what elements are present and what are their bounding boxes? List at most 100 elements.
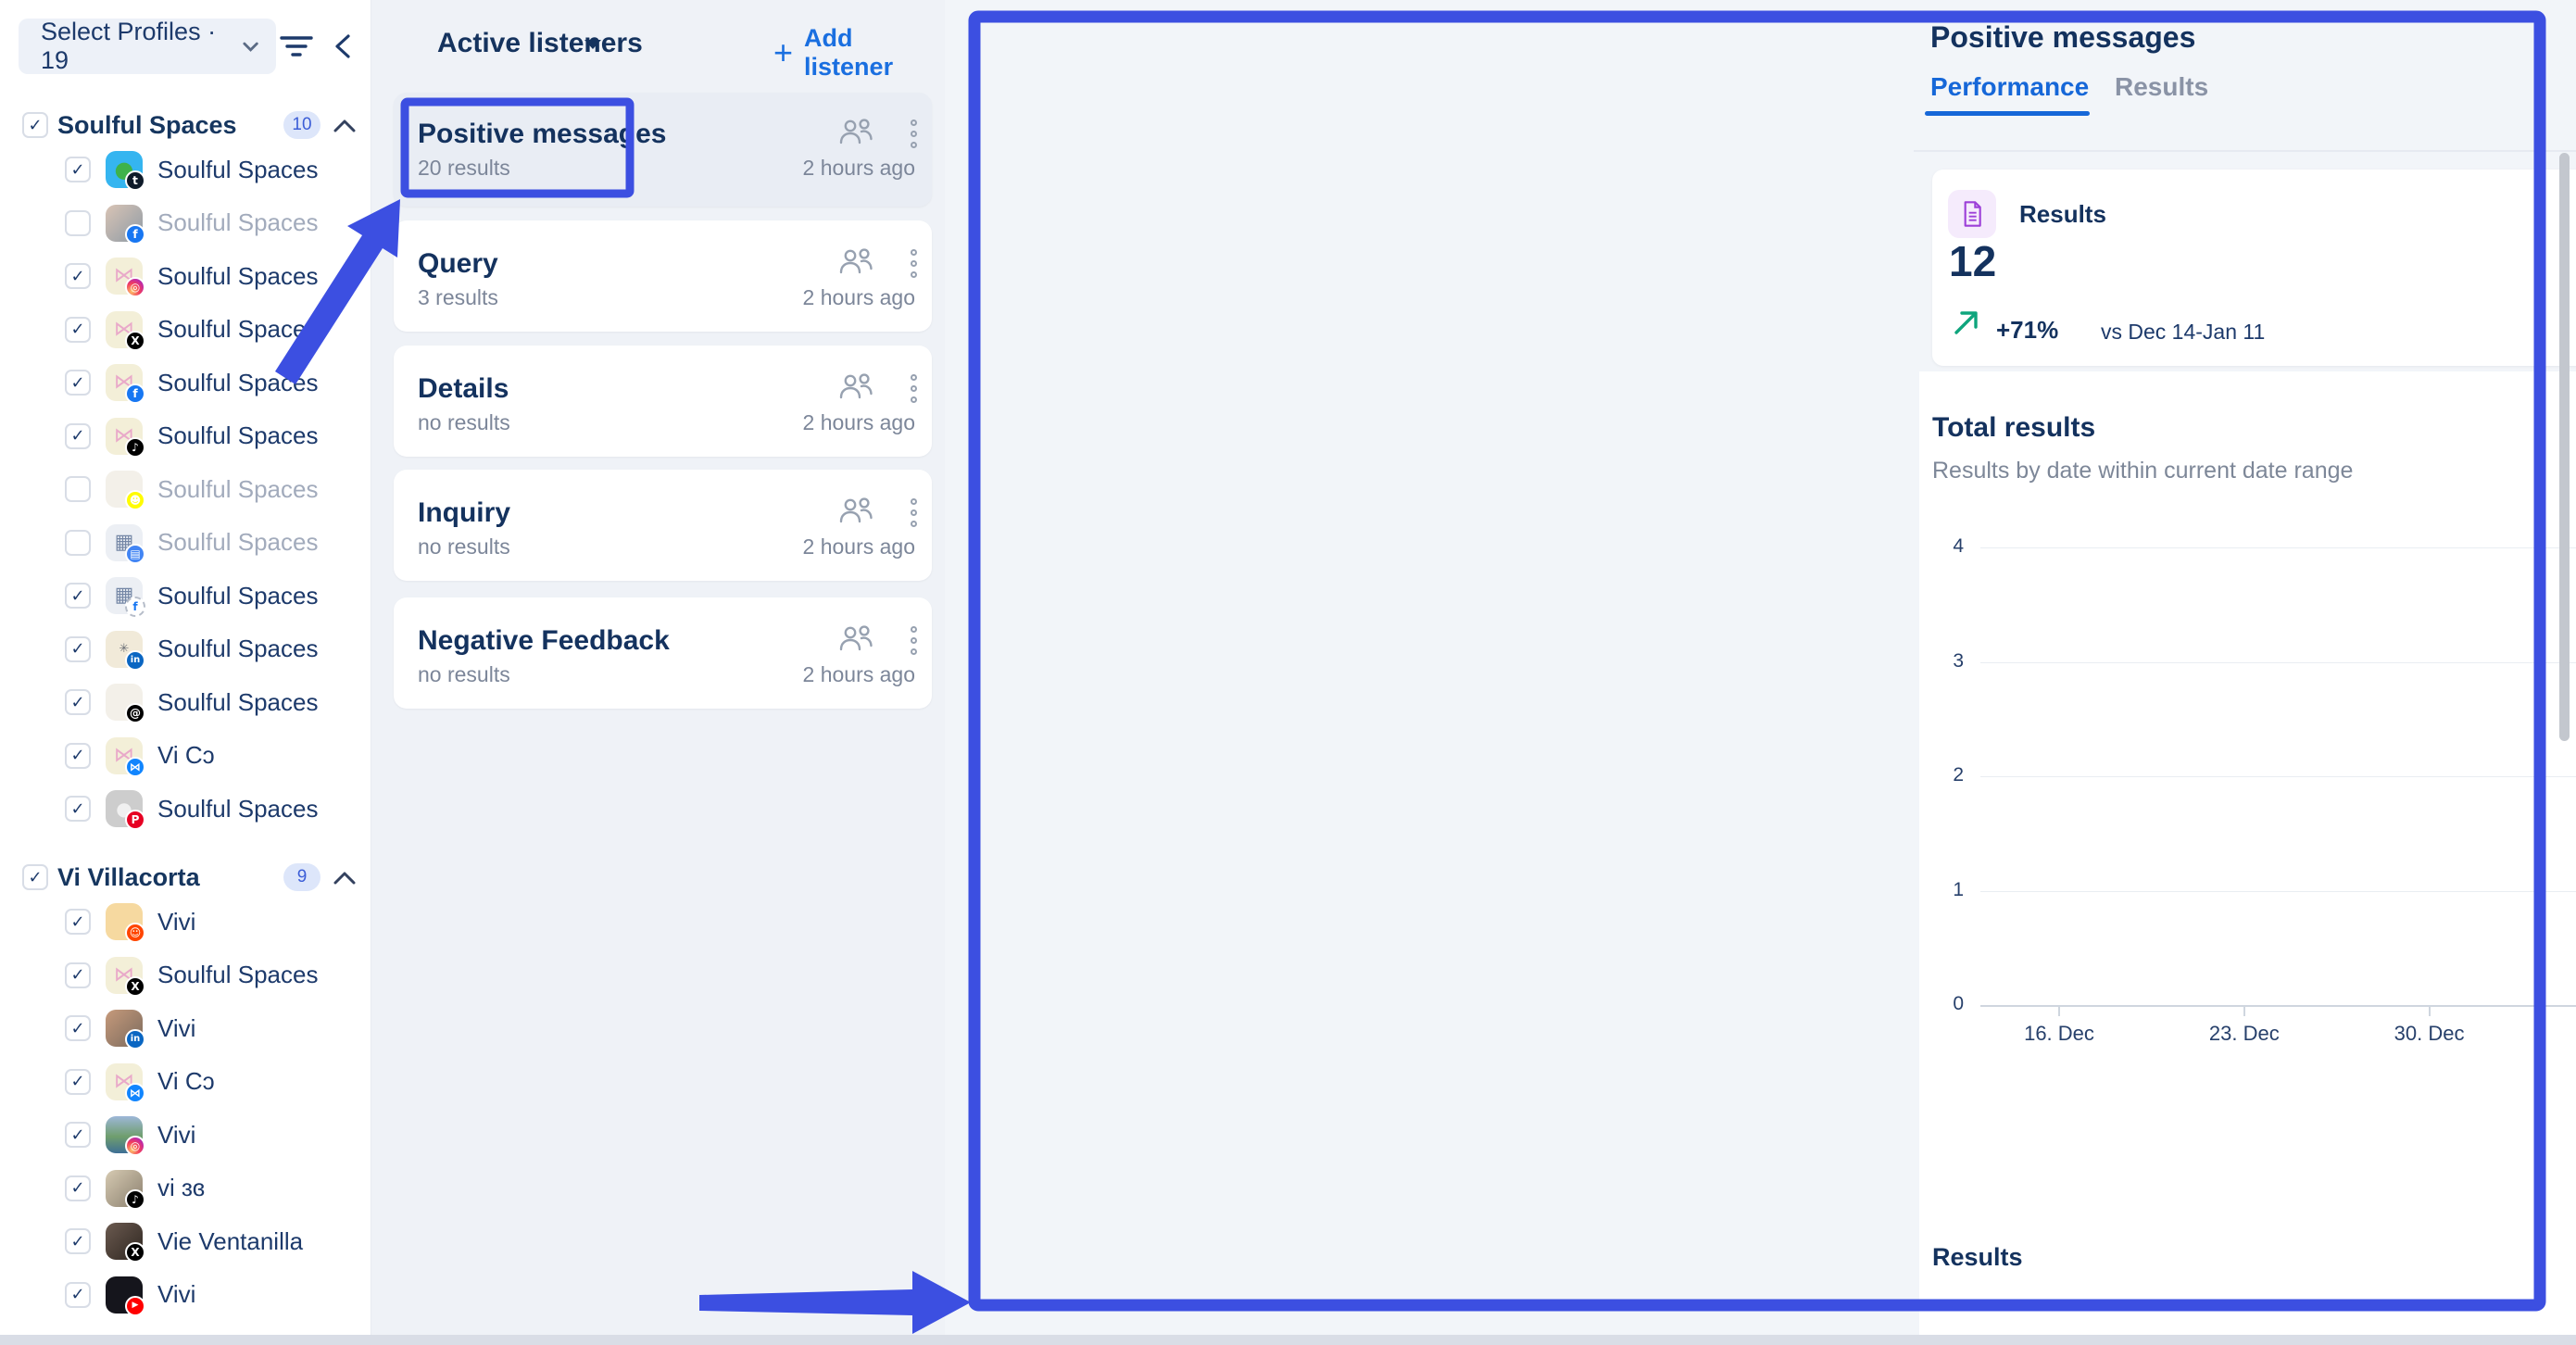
profile-checkbox[interactable]: ✓ (65, 1015, 91, 1041)
collapse-sidebar-icon[interactable] (322, 26, 363, 67)
profile-checkbox[interactable] (65, 476, 91, 502)
results-value: 12 (1949, 236, 1996, 286)
profile-label: Soulful Spaces (157, 795, 318, 823)
filter-icon[interactable] (276, 26, 317, 67)
profile-avatar: in (106, 1010, 143, 1047)
x-axis-tick (2058, 1007, 2060, 1016)
profile-row[interactable]: ✓☺Vivi (0, 896, 371, 948)
listener-card-title: Negative Feedback (418, 625, 670, 657)
profile-row[interactable]: ✓♪vi ɜɞ (0, 1163, 371, 1214)
add-listener-button[interactable]: + Add listener (773, 24, 945, 82)
listener-card-results: no results (418, 534, 510, 559)
profile-checkbox[interactable]: ✓ (65, 157, 91, 182)
profile-row[interactable]: ✓⋈♪Soulful Spaces (0, 410, 371, 462)
group-name: Soulful Spaces (57, 111, 237, 140)
profile-checkbox[interactable]: ✓ (65, 796, 91, 822)
profile-row[interactable]: ✓inVivi (0, 1002, 371, 1054)
profile-row[interactable]: ✓ ⋈X Soulful Spaces (0, 304, 371, 356)
bluesky-icon: ⋈ (125, 757, 145, 777)
instagram-icon: ◎ (125, 277, 145, 297)
tab-results[interactable]: Results (2115, 72, 2208, 102)
audience-icon[interactable] (837, 496, 874, 525)
profile-row[interactable]: ✓✳inSoulful Spaces (0, 623, 371, 675)
profile-label: Soulful Spaces (157, 315, 318, 344)
profile-row[interactable]: ✓@Soulful Spaces (0, 676, 371, 728)
profile-checkbox[interactable]: ✓ (65, 689, 91, 715)
profile-row[interactable]: ✓⋈XSoulful Spaces (0, 949, 371, 1001)
profile-avatar: ⋈X (106, 311, 143, 348)
profile-row[interactable]: ✓⋈⋈Vi Ϲɔ (0, 1056, 371, 1108)
chart-title: Total results (1932, 412, 2095, 444)
profile-avatar: @ (106, 684, 143, 721)
profile-row[interactable]: ✓▶Vivi (0, 1269, 371, 1321)
profile-label: Soulful Spaces (157, 961, 318, 989)
profile-checkbox[interactable]: ✓ (65, 263, 91, 289)
profile-row[interactable]: ✓XVie Ventanilla (0, 1215, 371, 1267)
profile-checkbox[interactable]: ✓ (65, 1282, 91, 1308)
audience-icon[interactable] (837, 117, 874, 146)
profile-row[interactable]: ☻Soulful Spaces (0, 463, 371, 515)
profile-checkbox[interactable]: ✓ (65, 1228, 91, 1254)
instagram-icon: ◎ (125, 1136, 145, 1156)
listeners-header-caret-icon[interactable] (583, 37, 603, 52)
listener-card[interactable]: Negative Feedbackno results2 hours ago (394, 597, 932, 709)
listener-card-title: Inquiry (418, 497, 510, 529)
profile-checkbox[interactable]: ✓ (65, 909, 91, 935)
profile-checkbox[interactable]: ✓ (65, 370, 91, 396)
profile-row[interactable]: ✓●tSoulful Spaces (0, 144, 371, 195)
profile-label: Vi Ϲɔ (157, 1067, 215, 1096)
profile-checkbox[interactable] (65, 210, 91, 236)
listener-card-results: 20 results (418, 156, 510, 181)
listener-card[interactable]: Query3 results2 hours ago (394, 220, 932, 332)
chevron-up-icon[interactable] (333, 872, 356, 885)
audience-icon[interactable] (837, 371, 874, 401)
profile-checkbox[interactable]: ✓ (65, 317, 91, 343)
group-checkbox[interactable]: ✓ (22, 112, 48, 138)
profile-row[interactable]: ✓ ◎ Vivi (0, 1109, 371, 1161)
profile-label: Vivi (157, 908, 195, 936)
listener-card-menu-icon[interactable] (911, 371, 917, 405)
vertical-scrollbar[interactable] (2559, 153, 2570, 741)
listener-card-menu-icon[interactable] (911, 246, 917, 280)
profile-checkbox[interactable]: ✓ (65, 1175, 91, 1201)
profile-avatar: ⋈♪ (106, 418, 143, 455)
listener-card[interactable]: Inquiryno results2 hours ago (394, 470, 932, 581)
listener-card-menu-icon[interactable] (911, 496, 917, 529)
app: Select Profiles · 19 ✓Soulful Spaces10✓●… (0, 0, 2576, 1345)
listener-card-menu-icon[interactable] (911, 623, 917, 657)
profile-row[interactable]: fSoulful Spaces (0, 197, 371, 249)
profile-checkbox[interactable]: ✓ (65, 1122, 91, 1148)
listener-card-timestamp: 2 hours ago (803, 285, 915, 310)
listener-card[interactable]: Positive messages20 results2 hours ago (394, 93, 932, 207)
listener-card-menu-icon[interactable] (911, 117, 917, 150)
profile-checkbox[interactable]: ✓ (65, 962, 91, 988)
profile-checkbox[interactable]: ✓ (65, 1069, 91, 1095)
profile-avatar: ⋈⋈ (106, 737, 143, 774)
audience-icon[interactable] (837, 246, 874, 276)
plus-icon: + (773, 36, 793, 69)
profile-row[interactable]: ✓⋈⋈Vi Ϲɔ (0, 730, 371, 782)
chevron-up-icon[interactable] (333, 119, 356, 132)
tab-performance[interactable]: Performance (1930, 72, 2089, 102)
profile-checkbox[interactable]: ✓ (65, 636, 91, 662)
profile-avatar: X (106, 1223, 143, 1260)
profile-label: Vivi (157, 1121, 195, 1150)
profile-selector-dropdown[interactable]: Select Profiles · 19 (19, 19, 276, 74)
listener-card[interactable]: Detailsno results2 hours ago (394, 346, 932, 457)
profile-row[interactable]: ✓ ●P Soulful Spaces (0, 783, 371, 835)
profile-checkbox[interactable]: ✓ (65, 583, 91, 609)
listener-card-title: Positive messages (418, 119, 667, 150)
group-checkbox[interactable]: ✓ (22, 864, 48, 890)
profile-checkbox[interactable]: ✓ (65, 423, 91, 449)
profile-row[interactable]: ✓▦fSoulful Spaces (0, 570, 371, 622)
audience-icon[interactable] (837, 623, 874, 653)
profile-checkbox[interactable] (65, 530, 91, 556)
profile-avatar: ●P (106, 790, 143, 827)
profile-row[interactable]: ✓⋈◎Soulful Spaces (0, 250, 371, 302)
x-axis-label: 6. Jan (2549, 1022, 2576, 1046)
profile-row[interactable]: ✓⋈fSoulful Spaces (0, 357, 371, 409)
profile-checkbox[interactable]: ✓ (65, 743, 91, 769)
tiktok-icon: ♪ (125, 437, 145, 458)
profile-row[interactable]: ▦▤Soulful Spaces (0, 517, 371, 569)
listener-card-results: no results (418, 662, 510, 687)
